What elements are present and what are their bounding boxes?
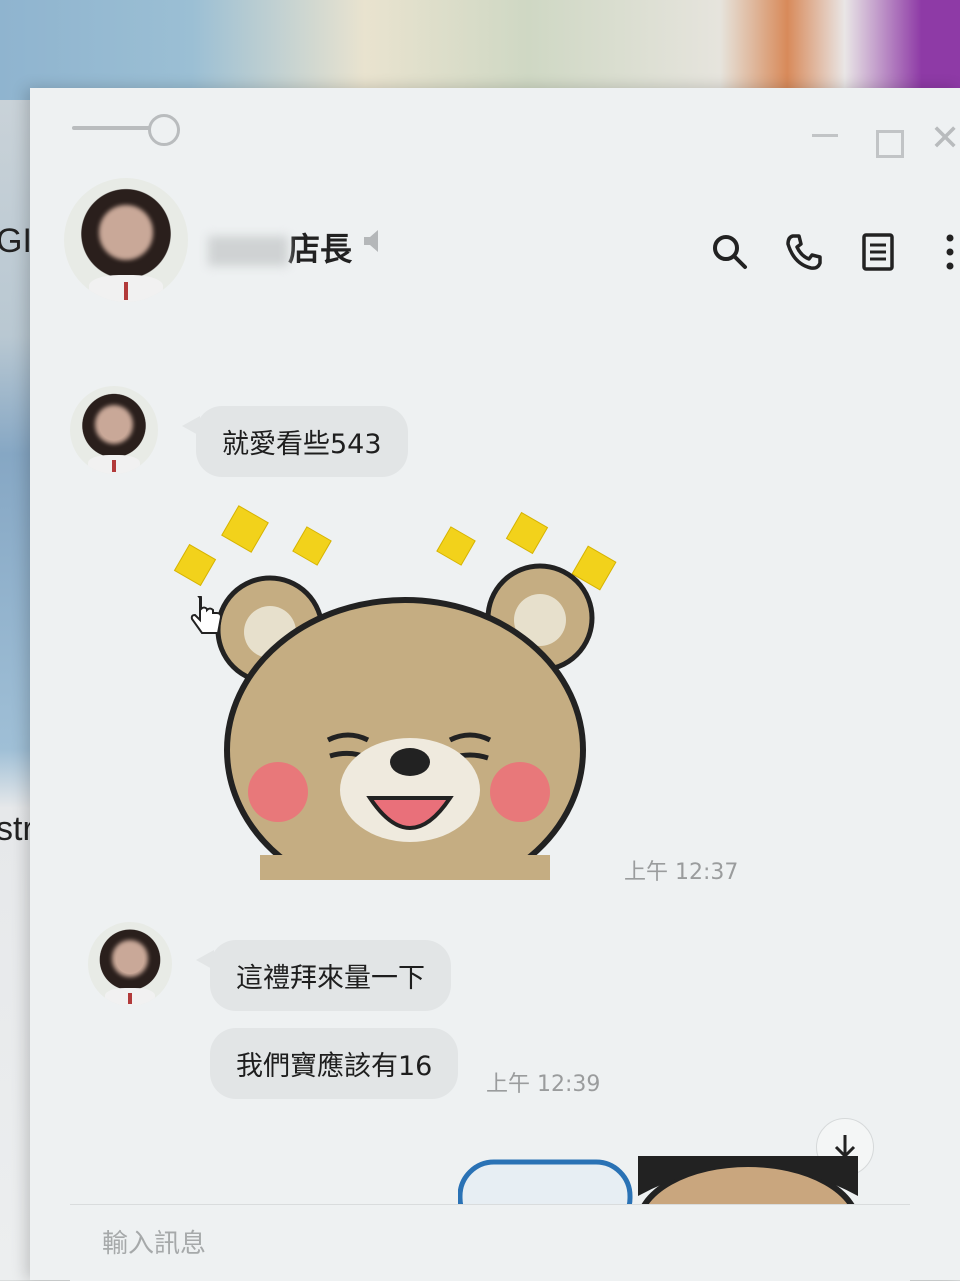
message-bubble[interactable]: 就愛看些543 xyxy=(182,406,408,477)
message-timestamp: 上午 12:37 xyxy=(624,860,739,885)
desktop-background-map xyxy=(0,0,960,100)
message-bubble[interactable]: 這禮拜來量一下 xyxy=(196,940,451,1011)
message-composer xyxy=(70,1204,910,1281)
sender-avatar[interactable] xyxy=(70,386,158,474)
contact-name: 店長 xyxy=(208,224,352,270)
mouse-cursor-icon xyxy=(190,596,223,634)
next-sticker[interactable] xyxy=(458,1156,858,1206)
minimize-button[interactable] xyxy=(812,134,838,137)
zoom-slider-knob[interactable] xyxy=(148,114,180,146)
chat-window: ✕ 店長 就愛看些543 上午 12:37 這禮拜來量一下 我們寶應該有16 上… xyxy=(30,88,960,1281)
phone-icon[interactable] xyxy=(784,232,824,272)
bear-sticker[interactable] xyxy=(170,500,630,880)
mute-icon xyxy=(364,230,378,252)
maximize-button[interactable] xyxy=(876,130,904,158)
chat-header: 店長 xyxy=(30,178,960,308)
title-bar: ✕ xyxy=(30,88,960,178)
message-timestamp: 上午 12:39 xyxy=(486,1072,601,1097)
message-input[interactable] xyxy=(100,1223,864,1265)
search-icon[interactable] xyxy=(710,232,750,272)
sender-avatar[interactable] xyxy=(88,922,172,1006)
more-icon[interactable] xyxy=(930,232,960,272)
contact-avatar[interactable] xyxy=(64,178,188,302)
blurred-name-part xyxy=(208,236,288,266)
close-button[interactable]: ✕ xyxy=(930,121,960,157)
notes-icon[interactable] xyxy=(858,232,898,272)
message-bubble[interactable]: 我們寶應該有16 xyxy=(210,1028,459,1099)
